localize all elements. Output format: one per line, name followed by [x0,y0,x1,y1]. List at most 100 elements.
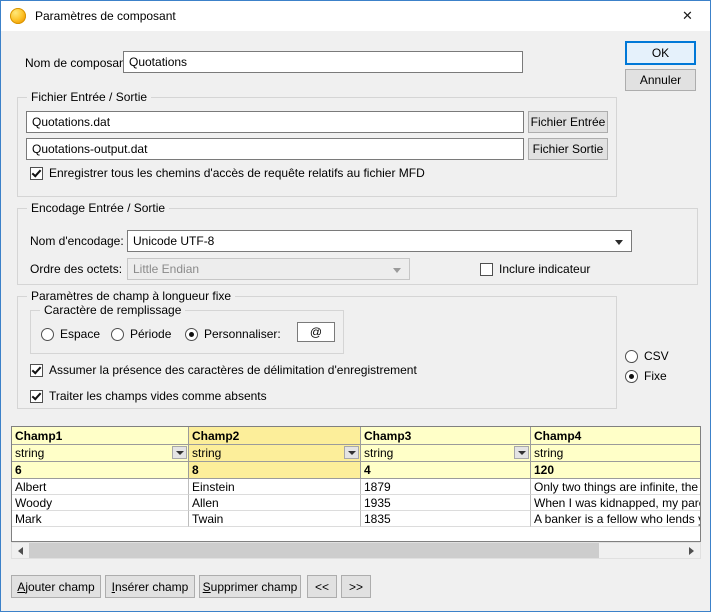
radio-circle [185,328,198,341]
treat-empty-checkbox[interactable]: Traiter les champs vides comme absents [30,389,267,403]
format-csv-radio[interactable]: CSV [625,349,669,363]
table-row: WoodyAllen1935When I was kidnapped, my p… [12,495,701,511]
table-cell[interactable]: A banker is a fellow who lends yo [531,511,701,527]
table-cell[interactable]: Woody [12,495,189,511]
format-fixe-label: Fixe [644,369,667,383]
byte-order-select: Little Endian [127,258,410,280]
radio-circle [625,350,638,363]
move-left-button[interactable]: << [307,575,337,598]
encoding-group-title: Encodage Entrée / Sortie [27,201,169,215]
byte-order-label: Ordre des octets: [30,262,122,276]
length-cell[interactable]: 8 [189,462,361,479]
output-file-field[interactable] [26,138,524,160]
table-type-row: string string string string [12,445,701,462]
component-name-label: Nom de composant: [25,56,132,70]
delete-field-button[interactable]: Supprimer champ [199,575,301,598]
table-row: MarkTwain1835A banker is a fellow who le… [12,511,701,527]
scroll-right-button[interactable] [683,543,700,558]
format-fixe-radio[interactable]: Fixe [625,369,667,383]
table-header-row: Champ1Champ2Champ3Champ4 [12,427,701,445]
scroll-left-button[interactable] [12,543,29,558]
table-cell[interactable]: 1879 [361,479,531,495]
encoding-name-label: Nom d'encodage: [30,234,124,248]
component-name-input[interactable] [123,51,523,73]
component-settings-dialog: Paramètres de composant ✕ Nom de composa… [0,0,711,612]
type-value: string [15,446,44,460]
type-dropdown-arrow-icon[interactable] [514,446,529,459]
type-cell[interactable]: string [12,445,189,462]
table-cell[interactable]: 1935 [361,495,531,511]
radio-circle [111,328,124,341]
radio-circle [41,328,54,341]
length-cell[interactable]: 120 [531,462,701,479]
table-cell[interactable]: Allen [189,495,361,511]
byte-order-value: Little Endian [133,262,199,276]
type-dropdown-arrow-icon[interactable] [344,446,359,459]
insert-field-button[interactable]: Insérer champ [105,575,195,598]
checkbox-box [480,263,493,276]
fill-char-group-title: Caractère de remplissage [40,303,185,317]
checkbox-box [30,167,43,180]
table-cell[interactable]: When I was kidnapped, my paren [531,495,701,511]
move-right-button[interactable]: >> [341,575,371,598]
arrow-right-icon [689,547,694,555]
fill-char-group: Caractère de remplissage Espace Période … [30,310,344,354]
type-dropdown-arrow-icon[interactable] [172,446,187,459]
output-file-button[interactable]: Fichier Sortie [528,138,608,160]
fixed-length-group-title: Paramètres de champ à longueur fixe [27,289,235,303]
fill-custom-input[interactable] [297,322,335,342]
table-cell[interactable]: Albert [12,479,189,495]
arrow-left-icon [18,547,23,555]
length-cell[interactable]: 6 [12,462,189,479]
table-cell[interactable]: 1835 [361,511,531,527]
encoding-group: Encodage Entrée / Sortie Nom d'encodage:… [17,208,698,285]
save-relative-label: Enregistrer tous les chemins d'accès de … [49,166,425,180]
assume-delimiters-label: Assumer la présence des caractères de dé… [49,363,417,377]
type-cell[interactable]: string [531,445,701,462]
checkbox-box [30,364,43,377]
chevron-down-icon [393,268,401,273]
fill-periode-label: Période [130,327,171,341]
add-field-button[interactable]: Ajouter champ [11,575,101,598]
column-header[interactable]: Champ3 [361,427,531,445]
treat-empty-label: Traiter les champs vides comme absents [49,389,267,403]
save-relative-checkbox[interactable]: Enregistrer tous les chemins d'accès de … [30,166,425,180]
file-io-group-title: Fichier Entrée / Sortie [27,90,151,104]
app-icon [10,8,26,24]
encoding-name-value: Unicode UTF-8 [133,234,214,248]
type-value: string [534,446,563,460]
close-icon[interactable]: ✕ [665,1,710,31]
input-file-button[interactable]: Fichier Entrée [528,111,608,133]
fill-espace-label: Espace [60,327,100,341]
table-cell[interactable]: Twain [189,511,361,527]
table-cell[interactable]: Only two things are infinite, the u [531,479,701,495]
table-cell[interactable]: Mark [12,511,189,527]
table-length-row: 684120 [12,462,701,479]
column-header[interactable]: Champ2 [189,427,361,445]
scroll-thumb[interactable] [29,543,599,558]
table-cell[interactable]: Einstein [189,479,361,495]
checkbox-box [30,390,43,403]
type-value: string [364,446,393,460]
type-cell[interactable]: string [189,445,361,462]
fill-espace-radio[interactable]: Espace [41,327,100,341]
titlebar: Paramètres de composant ✕ [1,1,710,31]
type-cell[interactable]: string [361,445,531,462]
table-row: AlbertEinstein1879Only two things are in… [12,479,701,495]
type-value: string [192,446,221,460]
fill-personnaliser-radio[interactable]: Personnaliser: [185,327,281,341]
ok-button[interactable]: OK [625,41,696,65]
file-io-group: Fichier Entrée / Sortie Fichier Entrée F… [17,97,617,197]
column-header[interactable]: Champ4 [531,427,701,445]
input-file-field[interactable] [26,111,524,133]
assume-delimiters-checkbox[interactable]: Assumer la présence des caractères de dé… [30,363,417,377]
encoding-name-select[interactable]: Unicode UTF-8 [127,230,632,252]
h-scrollbar[interactable] [11,542,701,559]
include-bom-checkbox[interactable]: Inclure indicateur [480,262,590,276]
fill-periode-radio[interactable]: Période [111,327,171,341]
length-cell[interactable]: 4 [361,462,531,479]
column-header[interactable]: Champ1 [12,427,189,445]
fixed-length-group: Paramètres de champ à longueur fixe Cara… [17,296,617,409]
include-bom-label: Inclure indicateur [499,262,590,276]
cancel-button[interactable]: Annuler [625,69,696,91]
